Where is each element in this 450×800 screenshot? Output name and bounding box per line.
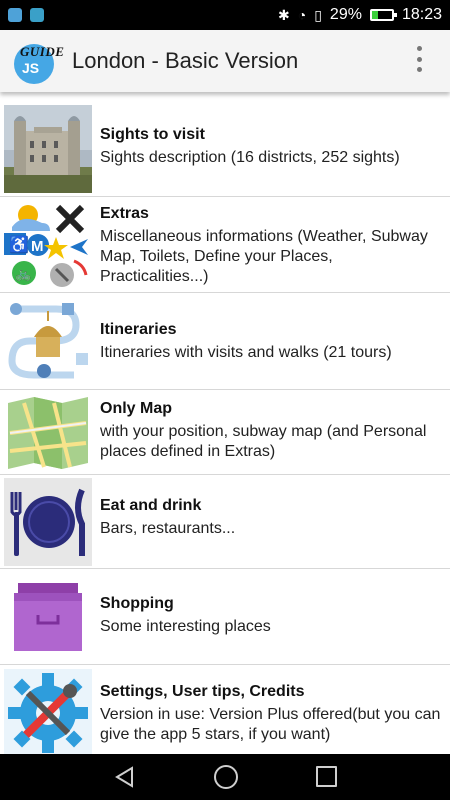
- list-item-extras[interactable]: ♿ M 🚲 Extras Miscellaneous informations …: [0, 197, 450, 293]
- svg-text:M: M: [31, 238, 44, 255]
- logo-js-text: JS: [22, 60, 40, 76]
- home-icon[interactable]: [214, 765, 238, 789]
- settings-gear-tools-icon: [4, 669, 92, 757]
- item-title: Settings, User tips, Credits: [100, 683, 305, 700]
- item-title: Itineraries: [100, 321, 177, 338]
- svg-text:♿: ♿: [9, 235, 29, 254]
- svg-text:🚲: 🚲: [15, 266, 31, 281]
- battery-icon: [369, 9, 397, 21]
- tower-photo-icon: [4, 105, 92, 193]
- extras-collage-icon: ♿ M 🚲: [4, 201, 92, 289]
- sim-icon: ▯: [314, 6, 322, 23]
- itinerary-path-icon: [4, 297, 92, 385]
- notification-icons: [8, 8, 44, 22]
- item-description: Bars, restaurants...: [100, 520, 236, 537]
- list-item-itineraries[interactable]: Itineraries Itineraries with visits and …: [0, 293, 450, 390]
- recent-apps-icon[interactable]: [316, 766, 337, 787]
- navigation-bar: [0, 754, 450, 800]
- app-logo: GUIDE JS: [14, 38, 64, 84]
- location-notification-icon: [8, 8, 22, 22]
- list-item-only-map[interactable]: Only Map with your position, subway map …: [0, 390, 450, 475]
- list-item-eat-drink[interactable]: Eat and drink Bars, restaurants...: [0, 475, 450, 569]
- app-title: London - Basic Version: [72, 48, 299, 73]
- folded-map-icon: [4, 393, 92, 471]
- fork-knife-plate-icon: [4, 478, 92, 566]
- item-title: Extras: [100, 205, 149, 222]
- item-title: Only Map: [100, 400, 173, 417]
- battery-percent: 29%: [329, 6, 362, 23]
- item-description: Itineraries with visits and walks (21 to…: [100, 344, 392, 361]
- list-item-shopping[interactable]: Shopping Some interesting places: [0, 569, 450, 665]
- clock: 18:23: [401, 6, 442, 23]
- item-description: with your position, subway map (and Pers…: [100, 423, 427, 460]
- status-bar: ✱ ◔ ▯ 29% 18:23: [0, 0, 450, 30]
- logo-guide-text: GUIDE: [20, 44, 65, 59]
- item-title: Eat and drink: [100, 497, 202, 514]
- system-indicators: ✱ ◔ ▯ 29% 18:23: [278, 6, 442, 24]
- shopping-box-icon: [4, 573, 92, 661]
- list-item-sights[interactable]: Sights to visit Sights description (16 d…: [0, 102, 450, 197]
- item-description: Miscellaneous informations (Weather, Sub…: [100, 228, 428, 285]
- back-icon[interactable]: [114, 766, 136, 788]
- list-item-settings[interactable]: Settings, User tips, Credits Version in …: [0, 665, 450, 757]
- wifi-icon: ◔: [297, 7, 307, 23]
- item-title: Shopping: [100, 595, 174, 612]
- item-title: Sights to visit: [100, 126, 205, 143]
- item-description: Sights description (16 districts, 252 si…: [100, 149, 400, 166]
- overflow-menu-icon[interactable]: [416, 46, 422, 72]
- item-description: Version in use: Version Plus offered(but…: [100, 706, 441, 743]
- app-notification-icon: [30, 8, 44, 22]
- app-bar: GUIDE JS London - Basic Version: [0, 30, 450, 92]
- bluetooth-icon: ✱: [278, 6, 290, 23]
- item-description: Some interesting places: [100, 618, 271, 635]
